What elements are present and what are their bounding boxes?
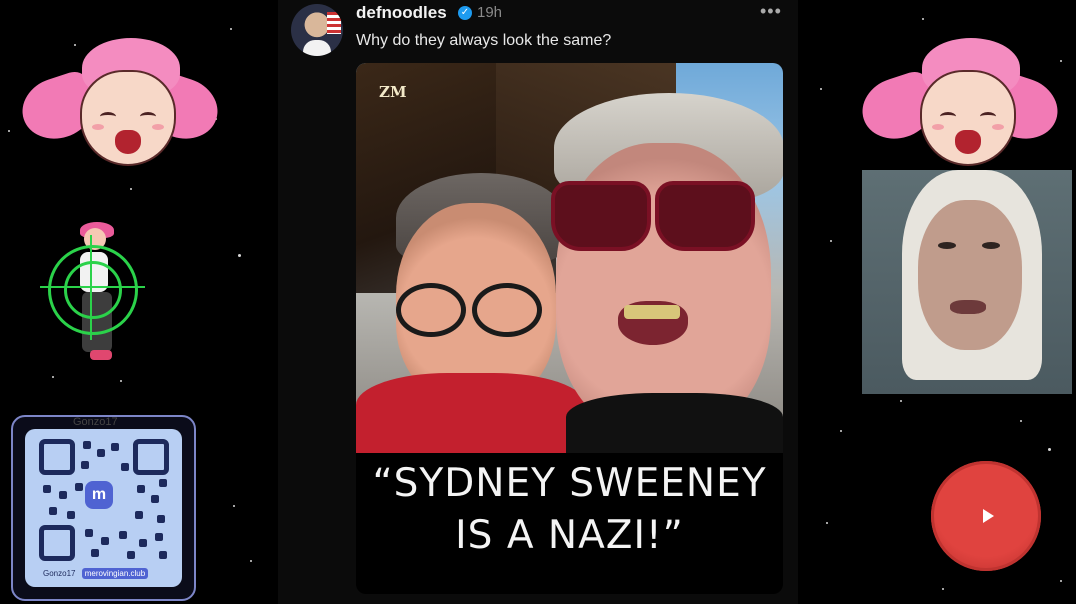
play-icon — [983, 509, 994, 523]
post-media-image[interactable]: ZM “SYDNEY SWEENEY IS A NAZI!” — [356, 63, 783, 594]
avatar[interactable] — [291, 4, 343, 56]
pink-hair-laughing-face-left — [14, 38, 226, 166]
qr-footer-site: merovingian.club — [81, 568, 149, 579]
post-username[interactable]: defnoodles — [356, 3, 447, 23]
qr-footer: Gonzo17 merovingian.club — [43, 568, 149, 579]
glasses — [396, 283, 546, 337]
post-timestamp[interactable]: 19h — [477, 4, 502, 21]
qr-footer-user: Gonzo17 — [43, 569, 76, 578]
qr-code-card[interactable]: Gonzo17 m Gonzo17 merovingian.club — [11, 415, 196, 601]
selfie-photo: ZM — [356, 63, 783, 453]
more-options-button[interactable]: ••• — [760, 1, 782, 22]
verified-badge-icon: ✓ — [458, 6, 472, 20]
mastodon-logo-icon: m — [85, 481, 113, 509]
meme-caption: “SYDNEY SWEENEY IS A NAZI!” — [356, 458, 783, 562]
qr-top-label: Gonzo17 — [73, 416, 118, 428]
pink-hair-laughing-face-right — [854, 38, 1066, 166]
caption-line-1: “SYDNEY SWEENEY — [372, 461, 767, 506]
video-still-bonnet-woman — [862, 170, 1072, 394]
play-button[interactable] — [931, 461, 1041, 571]
lips-pinned — [950, 300, 986, 314]
post-text: Why do they always look the same? — [356, 32, 612, 49]
caption-line-2: IS A NAZI!” — [455, 513, 684, 558]
ship-sign: ZM — [379, 83, 407, 101]
crosshair-figure — [40, 220, 150, 370]
sunglasses — [551, 181, 755, 251]
